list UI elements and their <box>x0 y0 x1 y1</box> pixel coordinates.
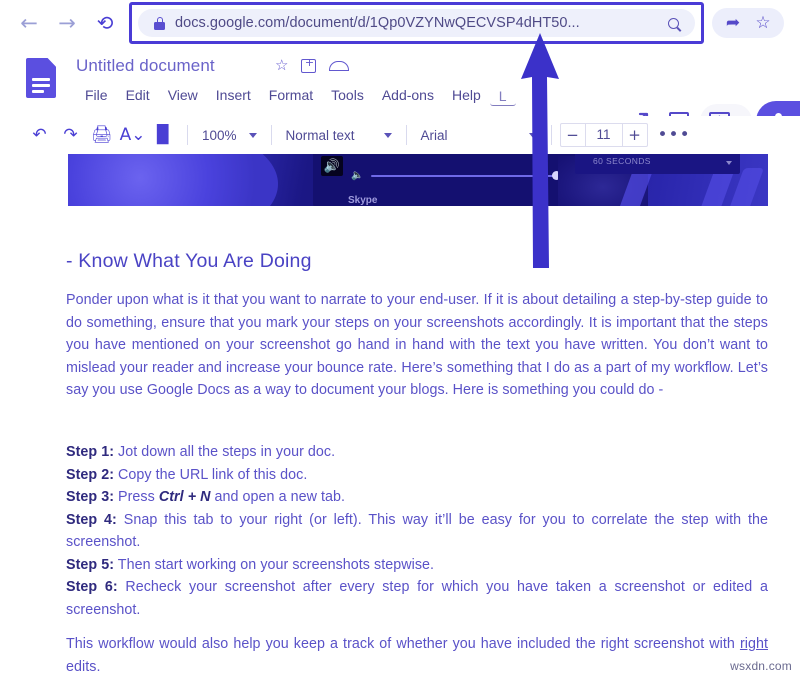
chevron-down-icon <box>248 132 257 138</box>
paragraph-style-value: Normal text <box>285 127 355 143</box>
toolbar-divider <box>187 125 188 145</box>
google-docs-logo[interactable] <box>26 58 56 98</box>
list-item: Step 1: Jot down all the steps in your d… <box>66 441 768 464</box>
speaker-icon: 🔊 <box>321 156 343 176</box>
step-label: Step 4: <box>66 511 117 528</box>
more-options-button[interactable]: ••• <box>658 125 691 145</box>
duration-chip: 60 SECONDS <box>575 154 740 174</box>
menu-item-format[interactable]: Format <box>260 84 322 106</box>
move-to-folder-icon[interactable] <box>301 56 317 73</box>
menu-item-tools[interactable]: Tools <box>322 84 373 106</box>
undo-button[interactable]: ↶ <box>24 120 55 150</box>
step-text-tail: and open a new tab. <box>210 489 346 505</box>
url-text[interactable]: docs.google.com/document/d/1Qp0VZYNwQECV… <box>175 15 663 31</box>
document-canvas[interactable]: 🔊 🔈 Skype 60 SECONDS - Know What You Are… <box>0 154 800 679</box>
step-label: Step 2: <box>66 466 115 483</box>
toolbar-divider <box>270 125 272 145</box>
menu-item-addons[interactable]: Add-ons <box>373 84 443 106</box>
speaker-label: Skype <box>348 195 378 206</box>
zoom-select[interactable]: 100% <box>196 122 263 148</box>
list-item: Step 5: Then start working on your scree… <box>66 554 768 577</box>
toolbar-divider <box>405 125 407 145</box>
star-icon[interactable]: ☆ <box>748 9 778 37</box>
font-size-stepper[interactable]: − 11 + <box>559 123 648 147</box>
outro-underlined-word: right <box>739 636 768 652</box>
redo-button[interactable]: ↷ <box>55 120 86 150</box>
search-icon[interactable] <box>663 13 683 33</box>
outro-text-after: edits. <box>66 658 101 675</box>
step-text: Snap this tab to your right (or left). T… <box>66 511 768 551</box>
back-arrow-icon: ← <box>20 10 38 35</box>
forward-arrow-icon: → <box>58 10 76 35</box>
undo-icon: ↶ <box>32 124 47 145</box>
star-icon[interactable]: ☆ <box>275 58 288 73</box>
font-size-value[interactable]: 11 <box>584 124 623 146</box>
font-size-increase-button[interactable]: + <box>623 124 647 146</box>
browser-toolbar: ← → ⟳ docs.google.com/document/d/1Qp0VZY… <box>0 0 800 46</box>
browser-window: ← → ⟳ docs.google.com/document/d/1Qp0VZY… <box>0 0 800 679</box>
address-bar-highlight: docs.google.com/document/d/1Qp0VZYNwQECV… <box>129 2 704 44</box>
share-icon[interactable]: ➦ <box>718 9 748 37</box>
paint-format-icon: ▉ <box>156 124 171 145</box>
outro-text-before: This workflow would also help you keep a… <box>66 636 740 652</box>
forward-button[interactable]: → <box>52 8 82 38</box>
menu-item-view[interactable]: View <box>159 84 207 106</box>
docs-header: Untitled document ☆ File Edit View Inser… <box>0 46 800 141</box>
step-text: Recheck your screenshot after every step… <box>66 579 768 618</box>
menu-item-file[interactable]: File <box>76 84 117 106</box>
zoom-value: 100% <box>202 127 237 143</box>
document-page[interactable]: 🔊 🔈 Skype 60 SECONDS - Know What You Are… <box>0 154 800 679</box>
video-player-screenshot: 🔊 🔈 Skype 60 SECONDS <box>68 154 768 206</box>
toolbar-divider <box>550 125 552 145</box>
step-label: Step 5: <box>66 556 115 573</box>
browser-action-group: ➦ ☆ <box>712 8 784 38</box>
lock-icon <box>154 16 165 30</box>
cloud-saved-icon[interactable] <box>329 60 350 72</box>
docs-toolbar: ↶ ↷ 🖨 A⌄ ▉ 100% Normal text Arial − 11 +… <box>0 116 800 154</box>
list-item: Step 4: Snap this tab to your right (or … <box>66 509 768 554</box>
spellcheck-icon: A⌄ <box>119 124 146 145</box>
step-label: Step 6: <box>66 579 118 595</box>
reload-icon: ⟳ <box>96 11 114 35</box>
reload-button[interactable]: ⟳ <box>90 8 120 38</box>
docs-menu-bar: File Edit View Insert Format Tools Add-o… <box>76 84 516 106</box>
list-item: Step 6: Recheck your screenshot after ev… <box>66 576 768 621</box>
document-title[interactable]: Untitled document <box>76 56 215 76</box>
title-icon-group: ☆ <box>275 56 350 73</box>
step-emphasis: Ctrl + N <box>158 489 211 505</box>
menu-item-insert[interactable]: Insert <box>207 84 260 106</box>
step-label: Step 1: <box>66 444 115 460</box>
step-text: Then start working on your screenshots s… <box>114 556 435 573</box>
steps-list: Step 1: Jot down all the steps in your d… <box>66 441 768 621</box>
paragraph-style-select[interactable]: Normal text <box>280 122 398 148</box>
step-text: Jot down all the steps in your doc. <box>114 444 336 460</box>
chevron-down-icon <box>528 132 537 138</box>
intro-paragraph: Ponder upon what is it that you want to … <box>66 292 768 398</box>
list-item: Step 3: Press Ctrl + N and open a new ta… <box>66 486 768 509</box>
address-bar[interactable]: docs.google.com/document/d/1Qp0VZYNwQECV… <box>138 9 695 37</box>
paint-format-button[interactable]: ▉ <box>148 120 179 150</box>
back-button[interactable]: ← <box>14 8 44 38</box>
list-item: Step 2: Copy the URL link of this doc. <box>66 464 768 487</box>
menu-item-last-edit[interactable]: L <box>489 85 516 106</box>
step-text: Press <box>114 489 159 505</box>
redo-icon: ↷ <box>63 124 78 145</box>
menu-item-edit[interactable]: Edit <box>117 84 159 106</box>
menu-item-help[interactable]: Help <box>443 84 490 106</box>
font-family-select[interactable]: Arial <box>415 122 543 148</box>
outro-paragraph: This workflow would also help you keep a… <box>66 633 768 678</box>
volume-icon: 🔈 <box>351 170 364 181</box>
print-button[interactable]: 🖨 <box>86 120 117 150</box>
font-size-decrease-button[interactable]: − <box>561 124 585 146</box>
font-family-value: Arial <box>420 127 448 143</box>
print-icon: 🖨 <box>90 124 113 145</box>
step-text: Copy the URL link of this doc. <box>114 466 308 483</box>
spellcheck-button[interactable]: A⌄ <box>117 120 148 150</box>
watermark: wsxdn.com <box>730 659 792 673</box>
chevron-down-icon <box>383 132 392 138</box>
step-label: Step 3: <box>66 489 115 505</box>
page-title: - Know What You Are Doing <box>66 250 312 272</box>
duration-label: 60 SECONDS <box>593 156 651 166</box>
